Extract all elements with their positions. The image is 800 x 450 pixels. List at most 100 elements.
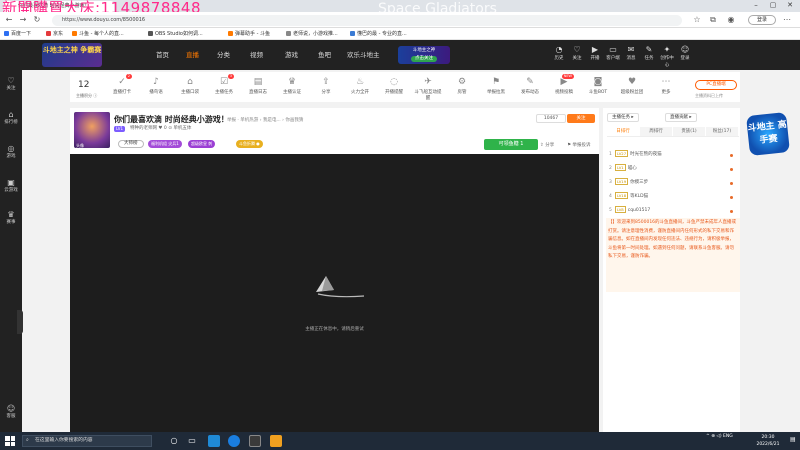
toolbar-item[interactable]: ◙ 斗鱼BOT: [584, 75, 612, 95]
close-button[interactable]: ✕: [782, 1, 798, 10]
header-icon-5[interactable]: ✎ 任务: [642, 44, 656, 62]
sidebar-item[interactable]: ♡ 关注: [0, 76, 22, 92]
rank-row[interactable]: 3 LV19 你摸三步: [609, 178, 737, 188]
toolbar-item[interactable]: ▶ 视频投稿 NEW: [550, 74, 578, 95]
minimize-button[interactable]: –: [748, 1, 764, 10]
bookmark-item[interactable]: 弹幕助手 - 斗鱼: [228, 28, 270, 40]
video-player[interactable]: 主播正在休息中，请稍后重试: [70, 154, 599, 432]
nav-item[interactable]: 首页: [156, 40, 169, 70]
clock[interactable]: 20:30 2022/6/21: [750, 434, 786, 448]
toolbar-item[interactable]: ♨ 火力全开: [346, 75, 374, 95]
rank-name: 喵心: [627, 166, 637, 171]
rank-row[interactable]: 4 LV18 等KLD猫: [609, 192, 737, 202]
browser-icon[interactable]: [228, 435, 240, 447]
taskbar-search-field[interactable]: ⌕ 在这里输入你要搜索的内容: [22, 435, 152, 447]
header-icon-6[interactable]: ✦ 创作中心: [660, 44, 674, 69]
edge-icon[interactable]: [208, 435, 220, 447]
rank-tab[interactable]: 日排行: [607, 127, 639, 136]
level-badge: LV1: [114, 126, 126, 132]
toolbar-item[interactable]: ♛ 主播认证: [278, 75, 306, 95]
toolbar-item[interactable]: ☑ 主播任务 3: [210, 74, 238, 95]
anchor-name[interactable]: 特种的老师网 ♥ 0 ⊙ 单机五体: [130, 126, 191, 132]
room-category[interactable]: 举报 · 单机热游 › 我是电... › 你画我猜: [227, 117, 303, 123]
toolbar-item[interactable]: ✈ 斗飞船互动提醒: [414, 75, 442, 101]
nav-item[interactable]: 视频: [250, 40, 263, 70]
nav-item[interactable]: 分类: [217, 40, 230, 70]
pc-live-button[interactable]: PC直播端: [695, 80, 737, 90]
anchor-task-button[interactable]: 主播任务 ▸: [607, 113, 639, 122]
refresh-icon[interactable]: ↻: [32, 15, 42, 25]
rank-row[interactable]: 5 LV8 cqu01517: [609, 206, 737, 216]
header-icon-0[interactable]: ◔ 历史: [552, 44, 566, 62]
douyu-app-icon[interactable]: [270, 435, 282, 447]
rank-name: 你摸三步: [630, 180, 649, 185]
rank-tab[interactable]: 贵族(1): [673, 127, 705, 136]
rank-row[interactable]: 2 LV1 喵心: [609, 164, 737, 174]
browser-login-button[interactable]: 登录: [748, 15, 776, 25]
back-icon[interactable]: ←: [4, 15, 14, 25]
extensions-icon[interactable]: ⧉: [708, 15, 718, 25]
nav-item[interactable]: 欢乐斗地主: [347, 40, 380, 70]
profile-icon[interactable]: ◉: [726, 15, 736, 25]
toolbar-item[interactable]: ◌ 开播提醒: [380, 75, 408, 95]
follow-button[interactable]: 关注: [567, 114, 595, 123]
sidebar-item[interactable]: ▣ 云游戏: [0, 178, 22, 194]
contribution-button[interactable]: 直播贡献 ▸: [665, 113, 697, 122]
share-button[interactable]: ⇪ 分享: [540, 142, 554, 148]
rank-row[interactable]: 1 LV27 时光在熬的夜猫: [609, 150, 737, 160]
sidebar-item[interactable]: ♛ 赛事: [0, 210, 22, 226]
sidebar-item[interactable]: ⌂ 排行榜: [0, 110, 22, 126]
bookmark-item[interactable]: 懂巴的最 - 专业的直...: [350, 28, 407, 40]
sidebar-item[interactable]: ☺ 客服: [0, 404, 22, 420]
rank-tab[interactable]: 粉丝(17): [706, 127, 738, 136]
game-badge[interactable]: 斗地主 高手赛: [746, 112, 790, 156]
bookmark-item[interactable]: OBS Studio如何调...: [148, 28, 203, 40]
toolbar-item[interactable]: ⚙ 房管: [448, 75, 476, 95]
toolbar-item[interactable]: ⇪ 分享: [312, 75, 340, 95]
toolbar-item[interactable]: ⚑ 举报拉黑: [482, 75, 510, 95]
room-tag[interactable]: 超级欧皇 刺: [188, 140, 216, 148]
toolbar-item[interactable]: ♥ 超级粉丝团: [618, 75, 646, 95]
forward-icon[interactable]: →: [18, 15, 28, 25]
menu-icon[interactable]: ⋯: [782, 15, 792, 25]
header-icon-2[interactable]: ▶ 开播: [588, 44, 602, 62]
sidebar-item[interactable]: ◎ 游戏: [0, 144, 22, 160]
toolbar-item[interactable]: ⌂ 主播口袋: [176, 75, 204, 95]
room-tag[interactable]: 福利机组 尖兵1: [148, 140, 182, 148]
system-tray[interactable]: ^ ⊕ ◁) ENG: [706, 434, 733, 439]
toolbar-item[interactable]: ✎ 发布动态: [516, 75, 544, 95]
obs-icon[interactable]: [249, 435, 261, 447]
nav-item[interactable]: 游戏: [285, 40, 298, 70]
promo-button[interactable]: 点击关注: [411, 56, 437, 62]
header-icon-4[interactable]: ✉ 消息: [624, 44, 638, 62]
bookmark-item[interactable]: 老师说，小游戏推...: [286, 28, 338, 40]
clock-date: 2022/6/21: [756, 442, 780, 447]
bookmark-item[interactable]: 百度一下: [4, 28, 31, 40]
event-logo[interactable]: 斗地主之神 争霸赛: [42, 43, 102, 67]
toolbar-item[interactable]: ⋯ 更多: [652, 75, 680, 95]
promo-banner[interactable]: 斗地主之神 点击关注: [398, 46, 450, 64]
rank-tag[interactable]: 大师榜: [118, 140, 144, 148]
task-view-icon[interactable]: ▭: [186, 435, 198, 447]
toolbar-item[interactable]: ♪ 播鸟语: [142, 75, 170, 95]
bookmark-item[interactable]: 斗鱼 - 每个人的直...: [72, 28, 124, 40]
notification-icon[interactable]: ▤: [790, 436, 796, 443]
candy-button[interactable]: 可领鱼糖 1: [484, 139, 538, 150]
bookmark-item[interactable]: 京东: [46, 28, 63, 40]
room-tag[interactable]: 斗鱼折腾 ●: [236, 140, 263, 148]
toolbar-item[interactable]: ▤ 直播日志: [244, 75, 272, 95]
report-button[interactable]: ⚑ 举报投诉: [567, 142, 590, 148]
header-icon-3[interactable]: ▭ 客户端: [606, 44, 620, 62]
nav-item[interactable]: 鱼吧: [318, 40, 331, 70]
sidebar-collapse-handle[interactable]: [17, 310, 23, 334]
cortana-icon[interactable]: ○: [168, 435, 180, 447]
windows-start-icon[interactable]: [5, 436, 15, 446]
header-icon-1[interactable]: ♡ 关注: [570, 44, 584, 62]
maximize-button[interactable]: ▢: [765, 1, 781, 10]
nav-item[interactable]: 直播: [186, 40, 199, 70]
header-icon-7[interactable]: ☺ 登录: [678, 44, 692, 62]
rank-tab[interactable]: 周排行: [640, 127, 672, 136]
toolbar-item[interactable]: ✓ 直播打卡 2: [108, 74, 136, 95]
star-icon[interactable]: ☆: [692, 15, 702, 25]
url-field[interactable]: https://www.douyu.com/8500016: [52, 15, 682, 26]
